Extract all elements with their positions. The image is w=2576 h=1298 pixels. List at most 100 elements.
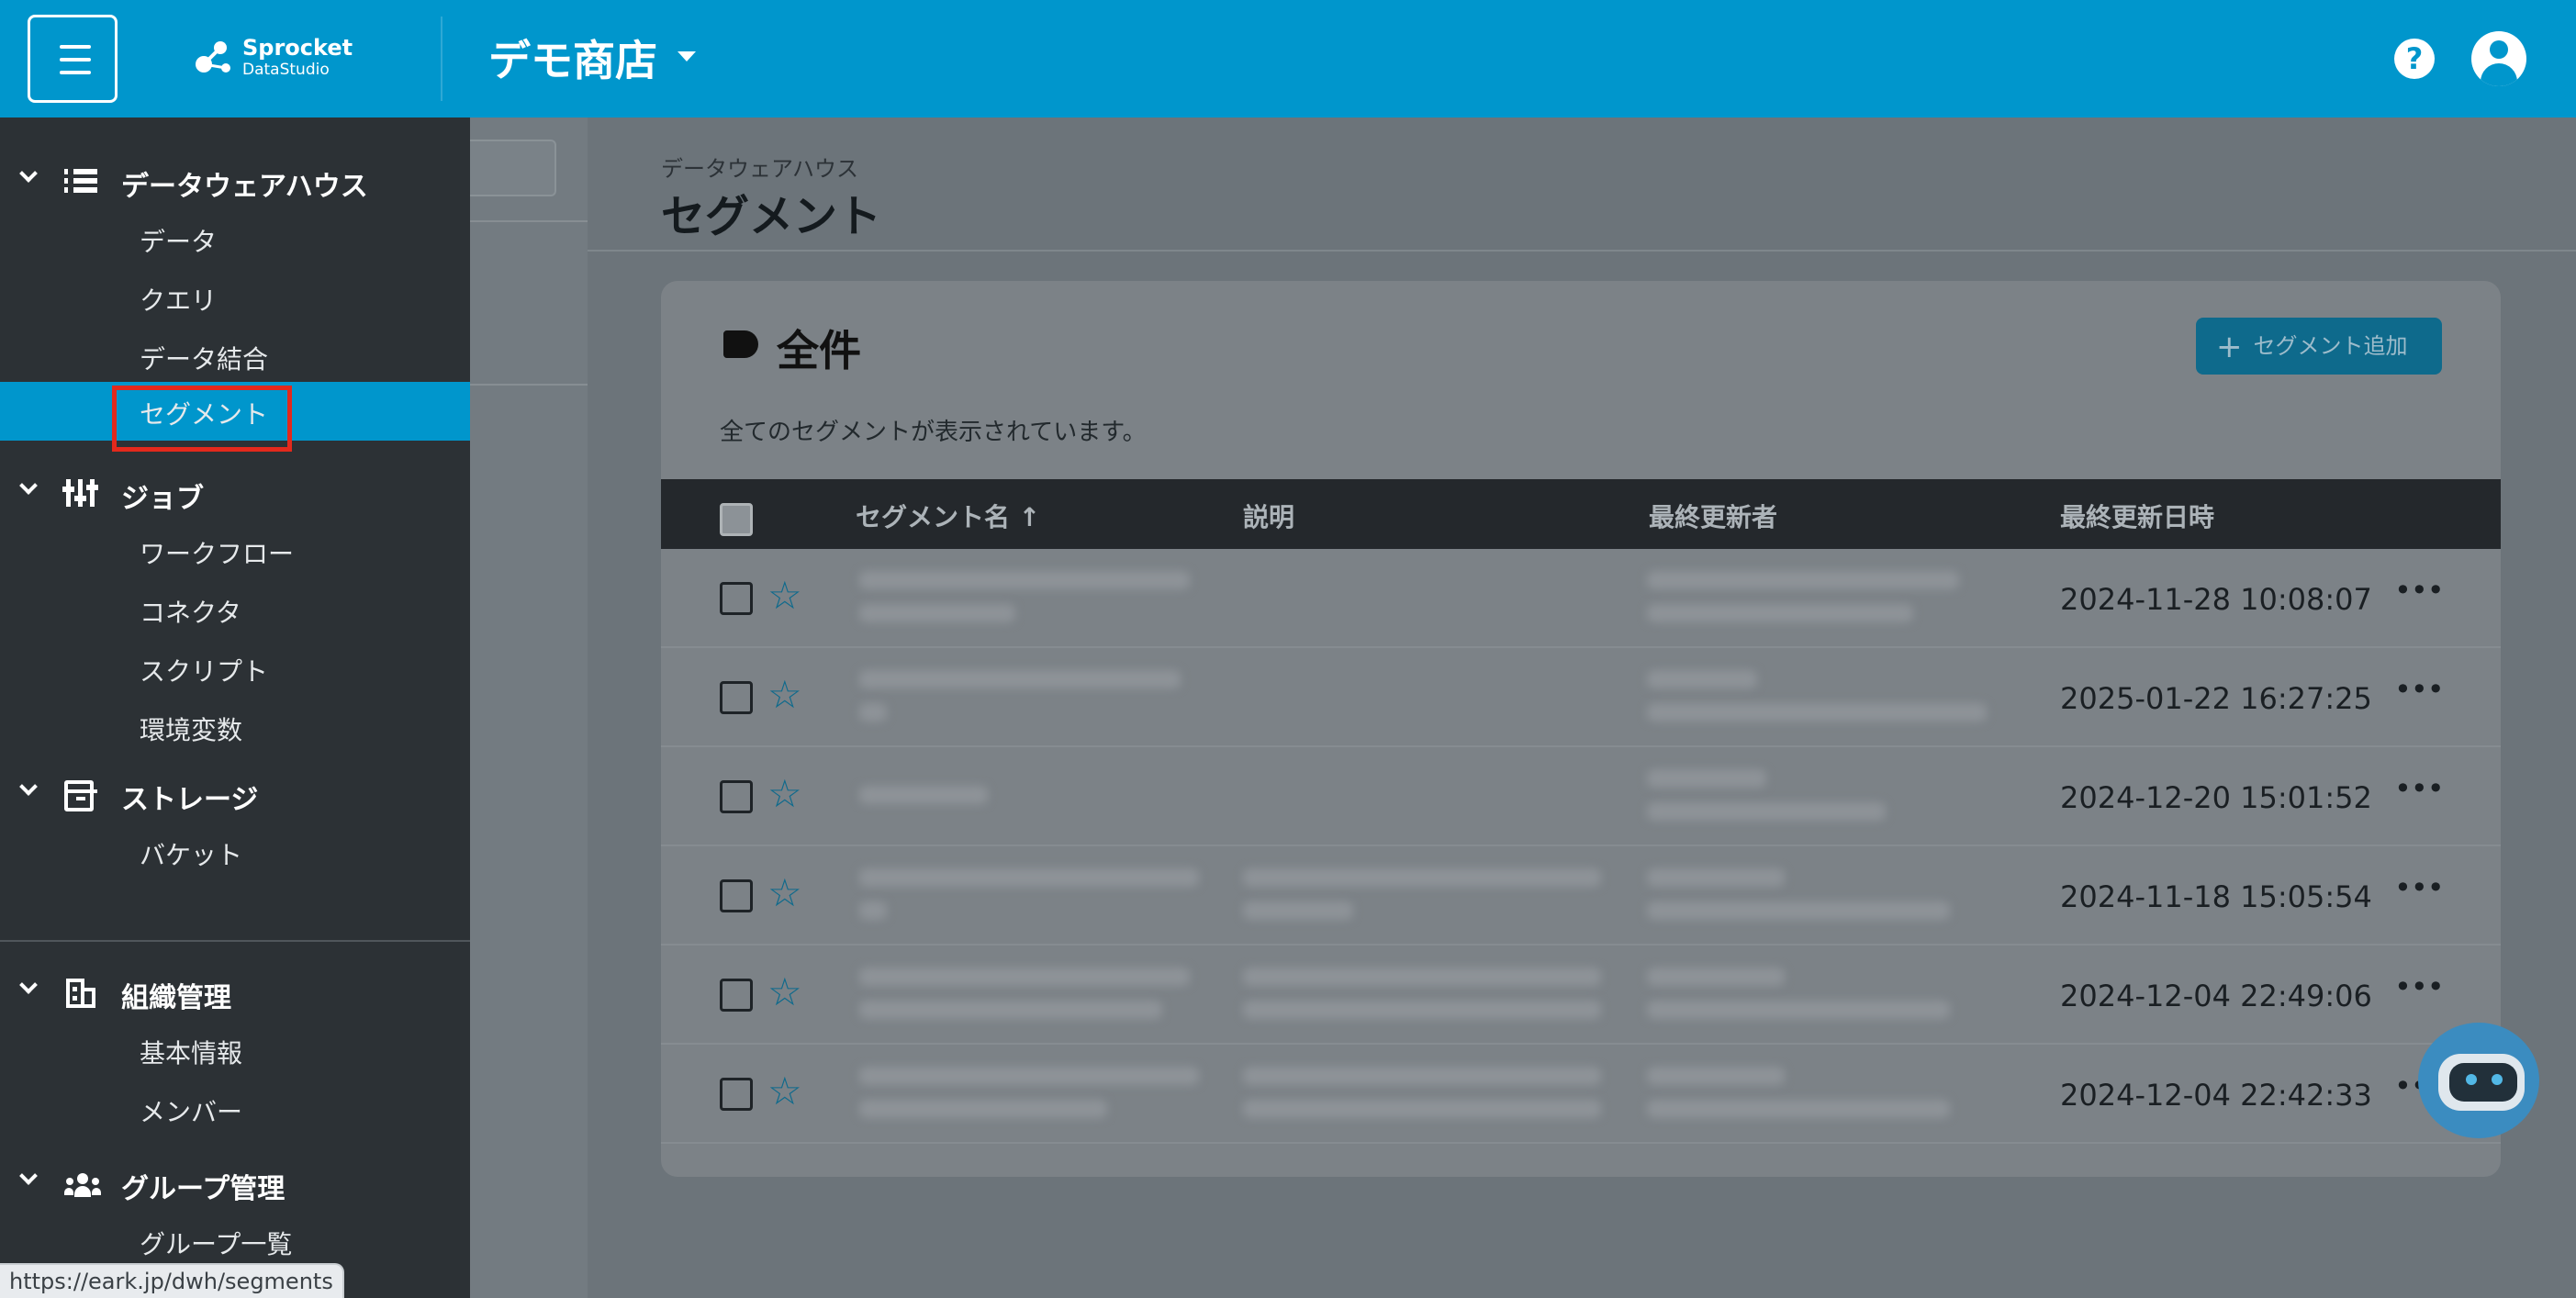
chevron-down-icon[interactable] (19, 778, 38, 796)
more-options-icon[interactable]: ••• (2394, 870, 2445, 905)
row-checkbox[interactable] (720, 681, 753, 714)
row-checkbox[interactable] (720, 582, 753, 615)
updated-at: 2024-11-28 10:08:07 (2060, 582, 2372, 617)
more-options-icon[interactable]: ••• (2394, 573, 2445, 608)
sidebar-item-bucket[interactable]: バケット (0, 822, 470, 881)
account-icon[interactable] (2471, 31, 2526, 86)
sidebar-item-script[interactable]: スクリプト (0, 639, 470, 698)
sidebar-section-job[interactable]: ジョブ (0, 463, 470, 521)
chatbot-icon[interactable] (2418, 1023, 2539, 1138)
star-icon[interactable]: ☆ (767, 1069, 802, 1113)
caret-down-icon[interactable] (678, 51, 696, 62)
row-checkbox[interactable] (720, 1078, 753, 1111)
help-icon[interactable]: ? (2394, 39, 2435, 79)
row-checkbox[interactable] (720, 979, 753, 1012)
archive-icon (64, 780, 97, 811)
secondary-nav (470, 117, 588, 1298)
sidebar-item-label: コネクタ (140, 598, 241, 628)
divider (588, 250, 2576, 252)
sidebar-section-dwh[interactable]: データウェアハウス (0, 151, 470, 209)
sidebar-section-org[interactable]: 組織管理 (0, 962, 470, 1021)
row-checkbox[interactable] (720, 879, 753, 912)
sidebar-item-connector[interactable]: コネクタ (0, 580, 470, 639)
logo[interactable]: Sprocket DataStudio (193, 35, 353, 83)
star-icon[interactable]: ☆ (767, 672, 802, 717)
segment-list-card: 全件 全てのセグメントが表示されています。 + セグメント追加 セグメント名 ↑ … (661, 281, 2501, 1177)
sidebar-item-workflow[interactable]: ワークフロー (0, 521, 470, 580)
sidebar-section-label: データウェアハウス (121, 171, 368, 203)
building-icon (64, 979, 97, 1008)
sidebar-item-env-vars[interactable]: 環境変数 (0, 698, 470, 756)
more-options-icon[interactable]: ••• (2394, 969, 2445, 1004)
sidebar-item-data-join[interactable]: データ結合 (0, 327, 470, 386)
table-row[interactable]: ☆ 2024-11-28 10:08:07 ••• (661, 549, 2501, 648)
chevron-down-icon[interactable] (19, 1167, 38, 1185)
star-icon[interactable]: ☆ (767, 573, 802, 618)
more-options-icon[interactable]: ••• (2394, 672, 2445, 707)
sidebar-item-label: メンバー (140, 1097, 243, 1127)
sidebar-section-label: 組織管理 (121, 982, 231, 1014)
sidebar-item-label: バケット (140, 840, 243, 870)
sidebar-item-label: データ (140, 227, 218, 257)
sidebar-item-label: 環境変数 (140, 715, 243, 745)
card-title: 全件 (777, 326, 861, 375)
group-icon (64, 1169, 101, 1197)
header-divider (441, 17, 442, 101)
sidebar-section-label: グループ管理 (121, 1173, 286, 1205)
divider (470, 384, 588, 386)
add-segment-button[interactable]: + セグメント追加 (2196, 318, 2442, 375)
divider (0, 940, 470, 942)
chevron-down-icon[interactable] (19, 476, 38, 495)
updated-at: 2024-12-20 15:01:52 (2060, 780, 2372, 815)
column-header-description[interactable]: 説明 (1243, 498, 1294, 534)
shop-selector[interactable]: デモ商店 (488, 28, 657, 88)
sidebar: データウェアハウス データ クエリ データ結合 セグメント ジョブ ワークフロー… (0, 117, 470, 1298)
sidebar-item-basic-info[interactable]: 基本情報 (0, 1021, 470, 1080)
breadcrumb[interactable]: データウェアハウス (661, 151, 858, 183)
sidebar-item-group-list[interactable]: グループ一覧 (0, 1212, 470, 1270)
table-row[interactable]: ☆ 2024-12-20 15:01:52 ••• (661, 747, 2501, 846)
secondary-search-field[interactable] (470, 140, 556, 196)
column-header-updated-by[interactable]: 最終更新者 (1649, 498, 1777, 534)
sidebar-item-query[interactable]: クエリ (0, 268, 470, 327)
table-row[interactable]: ☆ 2024-12-04 22:49:06 ••• (661, 946, 2501, 1045)
sidebar-item-members[interactable]: メンバー (0, 1080, 470, 1138)
sidebar-item-data[interactable]: データ (0, 209, 470, 268)
chevron-down-icon[interactable] (19, 164, 38, 183)
table-row[interactable]: ☆ 2024-11-18 15:05:54 ••• (661, 846, 2501, 946)
row-checkbox[interactable] (720, 780, 753, 813)
sidebar-item-label: クエリ (140, 285, 218, 316)
updated-at: 2024-11-18 15:05:54 (2060, 879, 2372, 914)
database-icon (64, 167, 97, 195)
sidebar-section-storage[interactable]: ストレージ (0, 764, 470, 822)
top-header: Sprocket DataStudio デモ商店 ? (0, 0, 2576, 117)
card-description: 全てのセグメントが表示されています。 (720, 419, 1147, 446)
column-header-updated-at[interactable]: 最終更新日時 (2060, 498, 2214, 534)
updated-at: 2025-01-22 16:27:25 (2060, 681, 2372, 716)
hamburger-menu-button[interactable] (28, 15, 118, 103)
brand-name: Sprocket (242, 35, 353, 61)
divider (470, 220, 588, 222)
table-row[interactable]: ☆ 2025-01-22 16:27:25 ••• (661, 648, 2501, 747)
column-header-name[interactable]: セグメント名 ↑ (856, 498, 1040, 534)
sidebar-item-label: 基本情報 (140, 1038, 243, 1069)
add-segment-label: セグメント追加 (2253, 333, 2408, 359)
star-icon[interactable]: ☆ (767, 969, 802, 1014)
brand-subtitle: DataStudio (242, 61, 330, 79)
more-options-icon[interactable]: ••• (2394, 771, 2445, 806)
select-all-checkbox[interactable] (720, 503, 753, 536)
tag-icon (723, 330, 758, 358)
table-row[interactable]: ☆ 2024-12-04 22:42:33 ••• (661, 1045, 2501, 1144)
chevron-down-icon[interactable] (19, 976, 38, 994)
sidebar-section-group[interactable]: グループ管理 (0, 1153, 470, 1212)
table-header: セグメント名 ↑ 説明 最終更新者 最終更新日時 (661, 479, 2501, 549)
updated-at: 2024-12-04 22:42:33 (2060, 1078, 2372, 1113)
sidebar-section-label: ジョブ (121, 483, 204, 515)
star-icon[interactable]: ☆ (767, 771, 802, 816)
sidebar-section-label: ストレージ (121, 784, 259, 816)
sidebar-item-label: グループ一覧 (140, 1229, 293, 1259)
page-title: セグメント (661, 191, 882, 242)
sprocket-logo-icon (196, 41, 230, 73)
star-icon[interactable]: ☆ (767, 870, 802, 915)
status-url: https://eark.jp/dwh/segments (0, 1263, 344, 1298)
